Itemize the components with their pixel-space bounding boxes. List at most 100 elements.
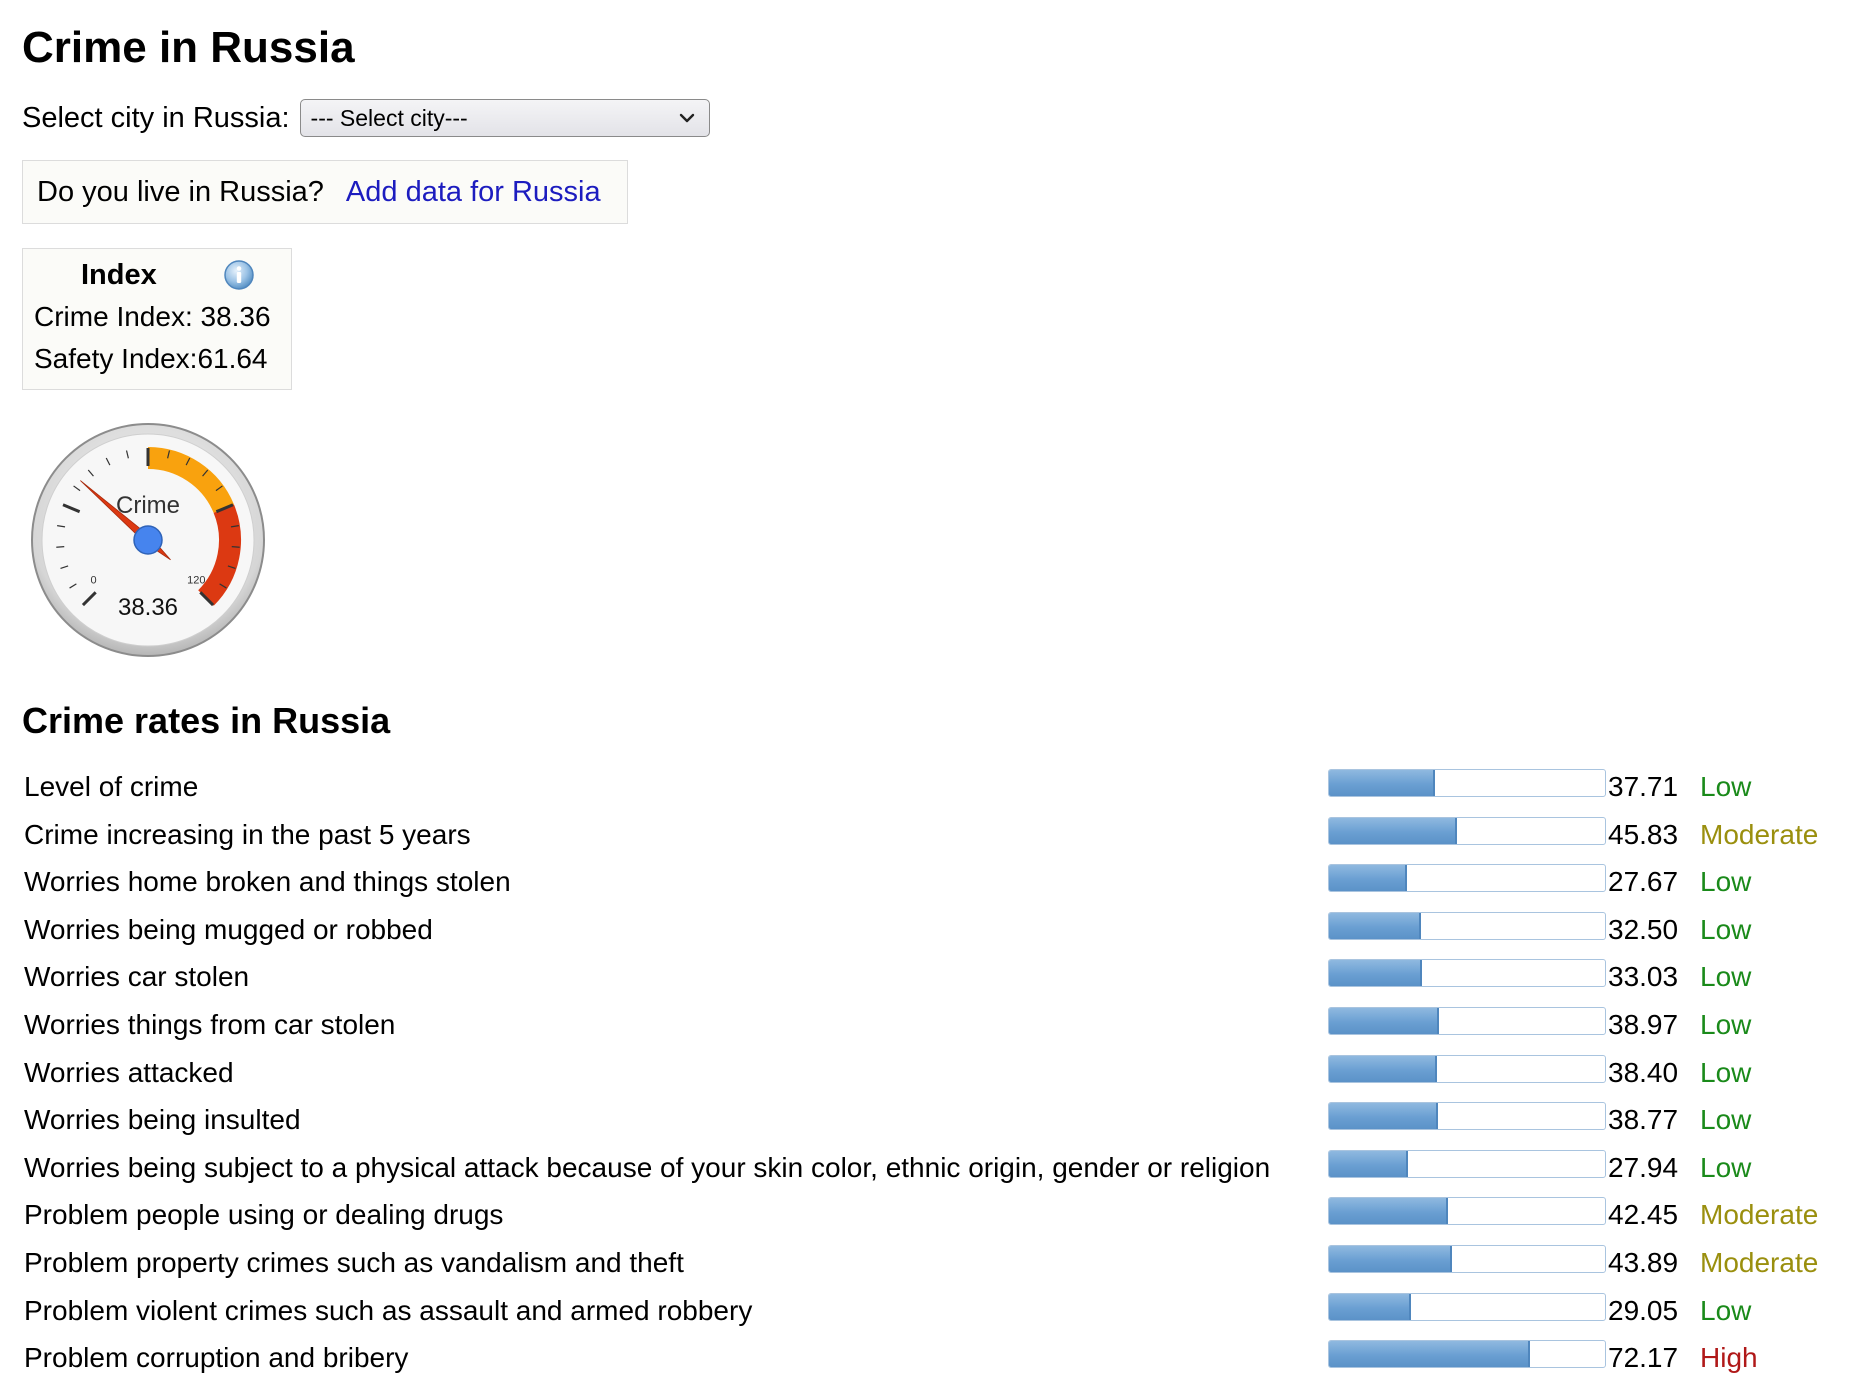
city-select-label: Select city in Russia: (22, 101, 290, 134)
rate-bar (1328, 1054, 1606, 1083)
rate-label: Problem people using or dealing drugs (24, 1199, 504, 1231)
table-row: Problem property crimes such as vandalis… (22, 1240, 1861, 1288)
rate-level: Low (1700, 961, 1752, 993)
page-title: Crime in Russia (22, 23, 355, 72)
rate-bar (1328, 1149, 1606, 1178)
rate-level: Moderate (1700, 818, 1819, 850)
crime-index-value: 38.36 (200, 301, 271, 332)
rate-label: Crime increasing in the past 5 years (24, 818, 471, 850)
gauge-hub (133, 525, 163, 555)
rate-label: Level of crime (24, 771, 199, 802)
live-in-country-box: Do you live in Russia? Add data for Russ… (22, 160, 628, 224)
rate-bar (1328, 769, 1606, 797)
rate-value: 27.67 (1608, 866, 1679, 898)
rate-label: Worries being mugged or robbed (24, 913, 433, 945)
table-row: Level of crime 37.71 Low (22, 764, 1861, 812)
rate-bar (1328, 1292, 1606, 1321)
rate-level: Low (1700, 1008, 1752, 1040)
index-box: Index Crime Index: 38.36 Safety Index:61… (22, 248, 292, 390)
rate-value: 32.50 (1608, 913, 1679, 945)
rate-label: Worries attacked (24, 1056, 234, 1088)
gauge-value: 38.36 (118, 594, 178, 621)
rate-level: Moderate (1700, 1246, 1819, 1278)
safety-index-label: Safety Index: (34, 343, 198, 374)
rate-level: Moderate (1700, 1199, 1819, 1231)
rate-bar (1328, 911, 1606, 940)
table-row: Worries attacked 38.40 Low (22, 1050, 1861, 1098)
rate-bar-fill (1329, 770, 1436, 796)
crime-rates-table: Level of crime 37.71 Low Crime increasing i… (22, 764, 1861, 1380)
rate-value: 38.97 (1608, 1008, 1679, 1040)
table-row: Worries car stolen 33.03 Low (22, 954, 1861, 1002)
rate-label: Worries car stolen (24, 961, 250, 993)
rate-value: 37.71 (1608, 771, 1679, 802)
rate-bar-fill (1329, 1341, 1531, 1368)
city-select[interactable]: --- Select city--- (299, 99, 710, 137)
rate-level: Low (1700, 1104, 1752, 1136)
rate-bar-fill (1329, 960, 1423, 987)
gauge-min-label: 0 (90, 574, 96, 586)
gauge-max-label: 120 (187, 574, 205, 586)
crime-index-label: Crime Index: (34, 301, 193, 332)
rate-label: Worries home broken and things stolen (24, 866, 511, 898)
rate-bar-fill (1329, 1055, 1437, 1082)
info-icon[interactable] (223, 259, 255, 291)
rate-bar-fill (1329, 1103, 1438, 1130)
rate-value: 38.40 (1608, 1056, 1679, 1088)
rate-bar (1328, 959, 1606, 988)
rate-label: Problem property crimes such as vandalis… (24, 1246, 684, 1278)
rate-bar (1328, 1244, 1606, 1273)
gauge-minor-tick (56, 545, 65, 548)
rate-bar-fill (1329, 865, 1408, 892)
table-row: Problem violent crimes such as assault a… (22, 1288, 1861, 1336)
table-row: Problem corruption and bribery 72.17 High (22, 1335, 1861, 1380)
rate-value: 43.89 (1608, 1246, 1679, 1278)
rate-level: Low (1700, 1056, 1752, 1088)
crime-rates-heading: Crime rates in Russia (22, 700, 391, 741)
table-row: Worries being subject to a physical atta… (22, 1145, 1861, 1193)
rate-value: 27.94 (1608, 1151, 1679, 1183)
table-row: Worries being insulted 38.77 Low (22, 1097, 1861, 1145)
rate-level: High (1700, 1342, 1758, 1374)
rate-level: Low (1700, 1294, 1752, 1326)
index-heading: Index (81, 259, 157, 291)
table-row: Worries home broken and things stolen 27.… (22, 859, 1861, 907)
gauge-label: Crime (116, 492, 180, 519)
table-row: Worries things from car stolen 38.97 Low (22, 1002, 1861, 1050)
rate-bar (1328, 1006, 1606, 1035)
crime-index-line: Crime Index: 38.36 (34, 301, 271, 333)
safety-index-line: Safety Index:61.64 (34, 343, 268, 375)
rate-value: 38.77 (1608, 1104, 1679, 1136)
rate-bar-fill (1329, 817, 1458, 844)
rate-bar (1328, 1197, 1606, 1226)
rate-label: Worries things from car stolen (24, 1008, 396, 1040)
table-row: Crime increasing in the past 5 years 45.8… (22, 812, 1861, 860)
city-selector-row: Select city in Russia: --- Select city--… (22, 98, 710, 138)
rate-bar-fill (1329, 1245, 1453, 1272)
gauge-minor-tick (231, 545, 240, 548)
rate-value: 45.83 (1608, 818, 1679, 850)
rate-bar (1328, 864, 1606, 893)
rate-label: Worries being insulted (24, 1104, 301, 1136)
rate-bar (1328, 1102, 1606, 1131)
rate-level: Low (1700, 866, 1752, 898)
rate-level: Low (1700, 1151, 1752, 1183)
rate-bar (1328, 1340, 1606, 1369)
rate-label: Worries being subject to a physical atta… (24, 1151, 1271, 1183)
rate-label: Problem corruption and bribery (24, 1342, 409, 1374)
rate-bar-fill (1329, 1007, 1439, 1034)
rate-bar-fill (1329, 1150, 1409, 1177)
rate-bar-fill (1329, 1198, 1449, 1225)
page: Crime in Russia Select city in Russia: -… (0, 0, 1861, 1380)
crime-gauge: Crime 0 120 38.36 (31, 423, 265, 657)
rate-value: 33.03 (1608, 961, 1679, 993)
rate-bar-fill (1329, 1293, 1412, 1320)
safety-index-value: 61.64 (197, 343, 268, 374)
add-data-link[interactable]: Add data for Russia (346, 176, 601, 209)
rate-label: Problem violent crimes such as assault a… (24, 1294, 753, 1326)
rate-bar-fill (1329, 912, 1421, 939)
rate-level: Low (1700, 771, 1752, 802)
rate-value: 29.05 (1608, 1294, 1679, 1326)
city-select-value: --- Select city--- (310, 104, 468, 131)
rate-level: Low (1700, 913, 1752, 945)
